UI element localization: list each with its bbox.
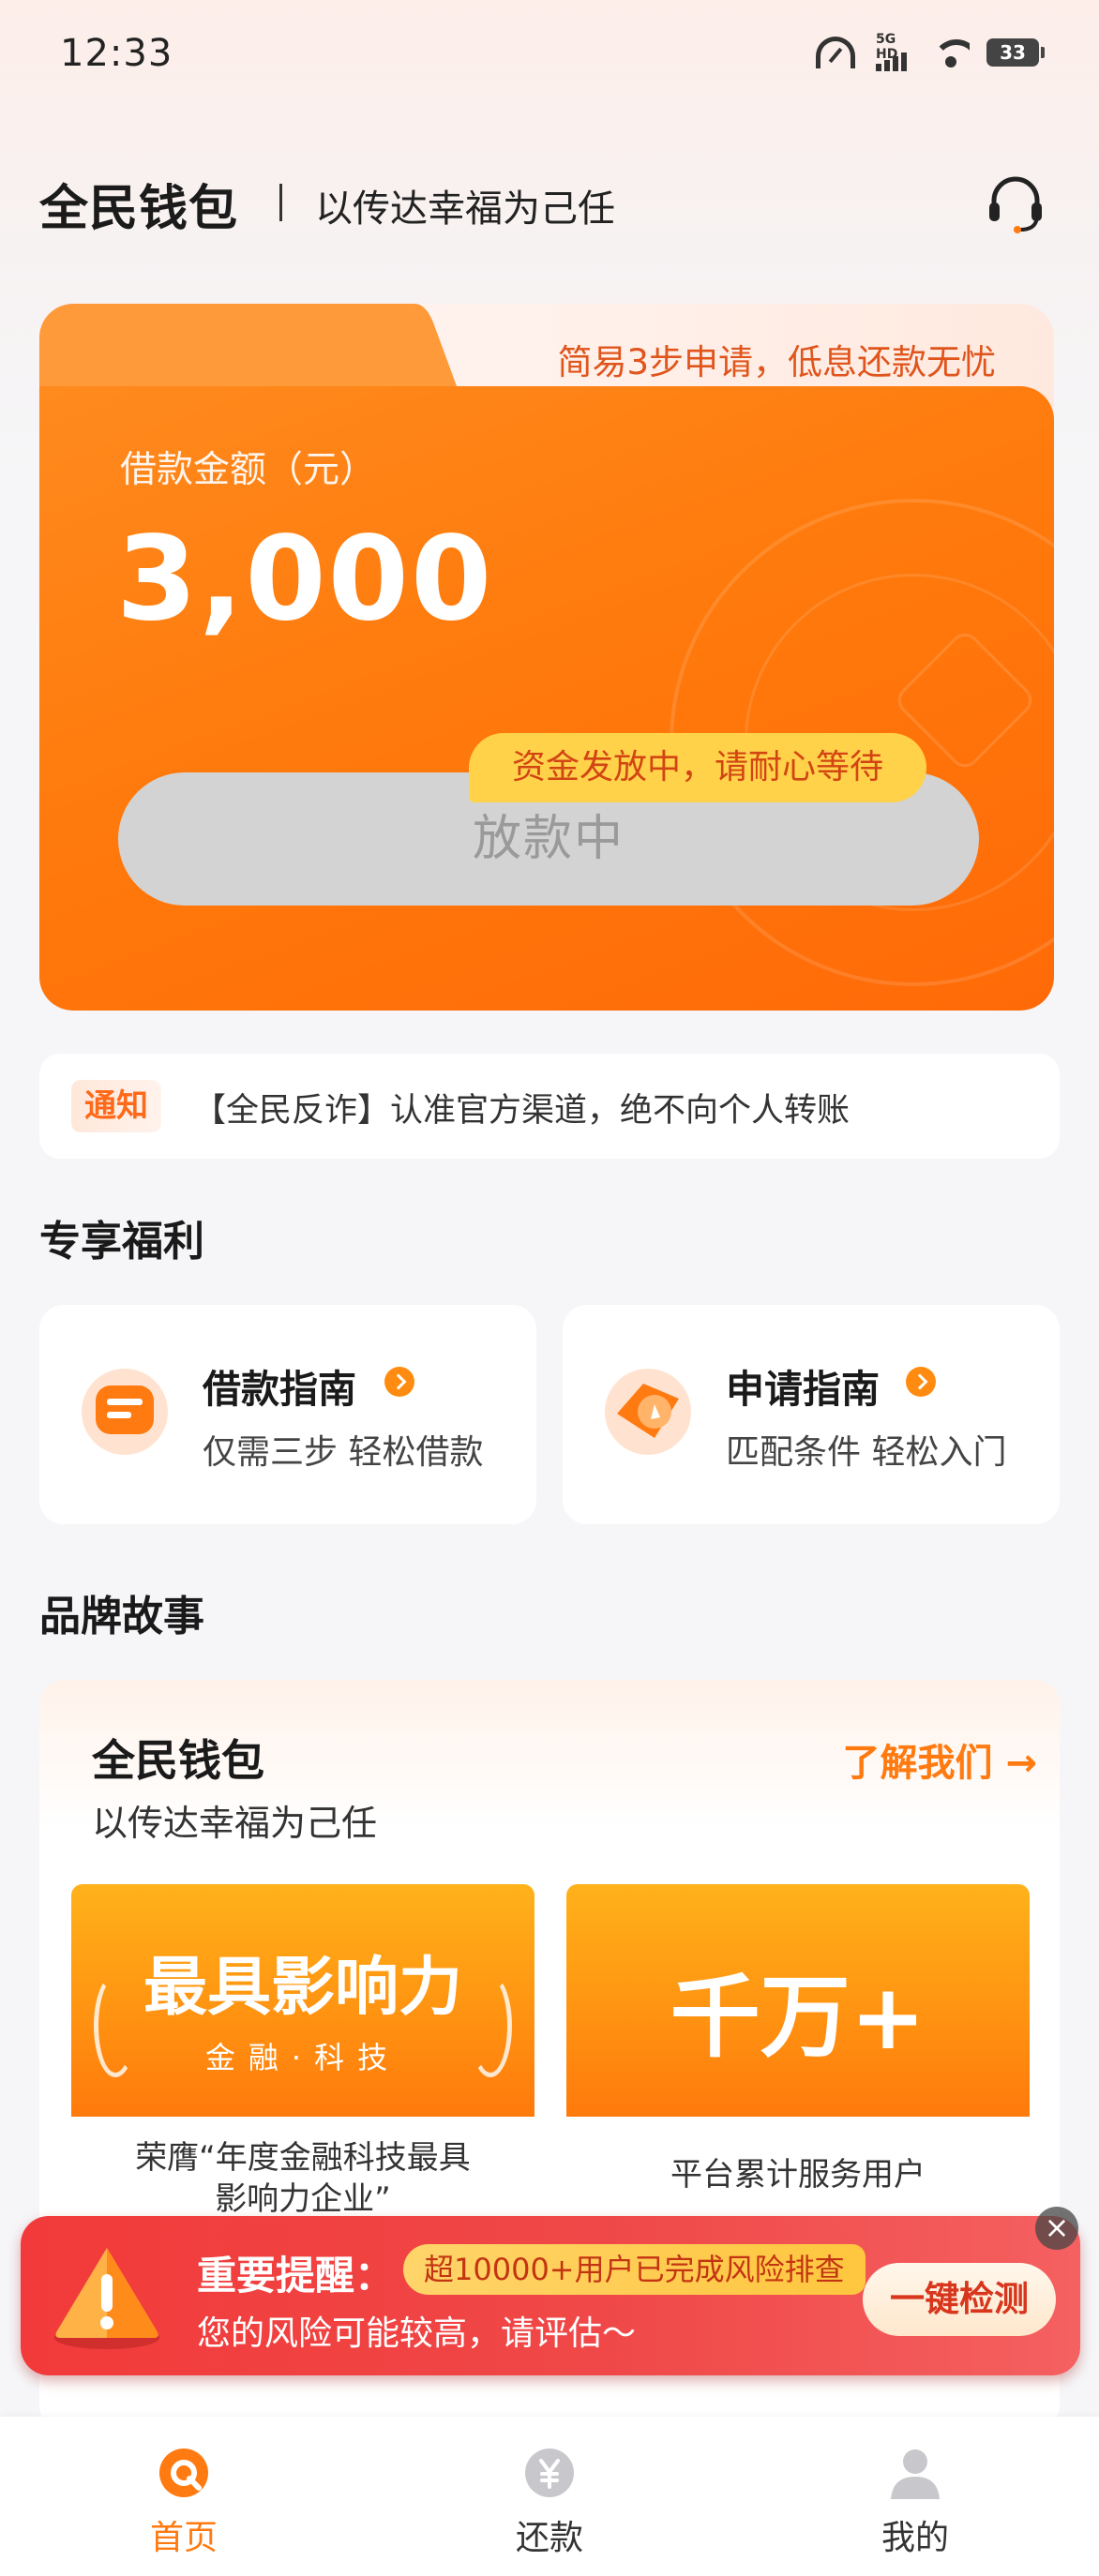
nav-label: 还款: [515, 2519, 583, 2557]
brand-slogan: 以传达幸福为己任: [92, 1803, 378, 1844]
benefit-title: 借款指南: [203, 1367, 356, 1412]
profile-icon: [891, 2449, 940, 2499]
app-logo: 全民钱包: [39, 181, 239, 237]
award-banner: 最具影响力 金融·科技: [71, 1884, 534, 2117]
loan-amount-value: 3,000: [116, 512, 494, 647]
nav-label: 首页: [149, 2519, 218, 2557]
users-headline: 千万+: [670, 1965, 926, 2070]
app-header: 全民钱包 以传达幸福为己任: [0, 159, 1099, 244]
notice-text: 【全民反诈】认准官方渠道，绝不向个人转账: [193, 1092, 851, 1130]
benefit-desc: 匹配条件 轻松入门: [726, 1433, 1007, 1472]
award-caption: 荣膺“年度金融科技最具 影响力企业”: [135, 2139, 471, 2212]
benefits-section-title: 专享福利: [39, 1218, 204, 1266]
notice-tag: 通知: [71, 1080, 161, 1132]
close-icon[interactable]: ×: [1035, 2207, 1078, 2250]
users-caption: 平台累计服务用户: [670, 2156, 926, 2194]
apply-guide-card[interactable]: 申请指南 匹配条件 轻松入门: [563, 1305, 1060, 1524]
header-divider: [279, 184, 282, 221]
wifi-icon: [932, 37, 970, 67]
nav-label: 我的: [881, 2519, 949, 2557]
risk-badge: 超10000+用户已完成风险排查: [403, 2244, 866, 2295]
status-bar: 12:33 5G HD 33: [0, 0, 1099, 112]
benefit-desc: 仅需三步 轻松借款: [203, 1433, 484, 1472]
users-banner: 千万+: [566, 1884, 1030, 2117]
risk-description: 您的风险可能较高，请评估～: [197, 2314, 637, 2353]
one-click-check-button[interactable]: 一键检测: [863, 2263, 1056, 2336]
status-icons: 5G HD 33: [816, 32, 1045, 71]
brand-section-title: 品牌故事: [39, 1593, 204, 1640]
risk-title: 重要提醒：: [197, 2253, 395, 2299]
nav-home[interactable]: 首页: [62, 2417, 306, 2576]
compass-icon: [605, 1369, 691, 1455]
loan-guide-card[interactable]: 借款指南 仅需三步 轻松借款: [39, 1305, 536, 1524]
notice-bar[interactable]: 通知 【全民反诈】认准官方渠道，绝不向个人转账: [39, 1054, 1060, 1159]
customer-service-icon[interactable]: [983, 171, 1048, 236]
cellular-signal-icon: 5G HD: [872, 32, 915, 71]
risk-alert-banner[interactable]: 重要提醒： 超10000+用户已完成风险排查 您的风险可能较高，请评估～ 一键检…: [21, 2216, 1080, 2375]
app-screen: 12:33 5G HD 33 全民钱包 以传达幸福为己任 简易3步申请，低息还款…: [0, 0, 1099, 2576]
nav-profile[interactable]: 我的: [793, 2417, 1037, 2576]
repay-icon: [525, 2449, 574, 2497]
card-tab-text: 简易3步申请，低息还款无忧: [557, 342, 996, 382]
award-subtitle: 金融·科技: [204, 2040, 401, 2075]
award-tile: 最具影响力 金融·科技 荣膺“年度金融科技最具 影响力企业”: [71, 1884, 534, 2212]
bottom-navigation: 首页 还款 我的: [0, 2417, 1099, 2576]
speed-meter-icon: [816, 37, 855, 68]
award-headline: 最具影响力: [143, 1951, 462, 2025]
loan-amount-label: 借款金额（元）: [120, 449, 377, 491]
arrow-right-icon: [384, 1367, 414, 1397]
users-tile: 千万+ 平台累计服务用户: [566, 1884, 1030, 2212]
brand-name: 全民钱包: [92, 1735, 264, 1786]
learn-more-link[interactable]: 了解我们 →: [843, 1732, 1037, 1787]
benefit-title: 申请指南: [726, 1367, 880, 1412]
arrow-right-icon: [906, 1367, 936, 1397]
battery-icon: 33: [986, 38, 1045, 67]
status-time: 12:33: [60, 32, 173, 75]
loan-guide-icon: [82, 1369, 168, 1455]
disbursing-tip-bubble: 资金发放中，请耐心等待: [469, 733, 927, 802]
nav-repay[interactable]: 还款: [428, 2417, 671, 2576]
home-icon: [159, 2449, 208, 2497]
warning-icon: [54, 2248, 159, 2349]
app-slogan: 以传达幸福为己任: [315, 187, 615, 231]
